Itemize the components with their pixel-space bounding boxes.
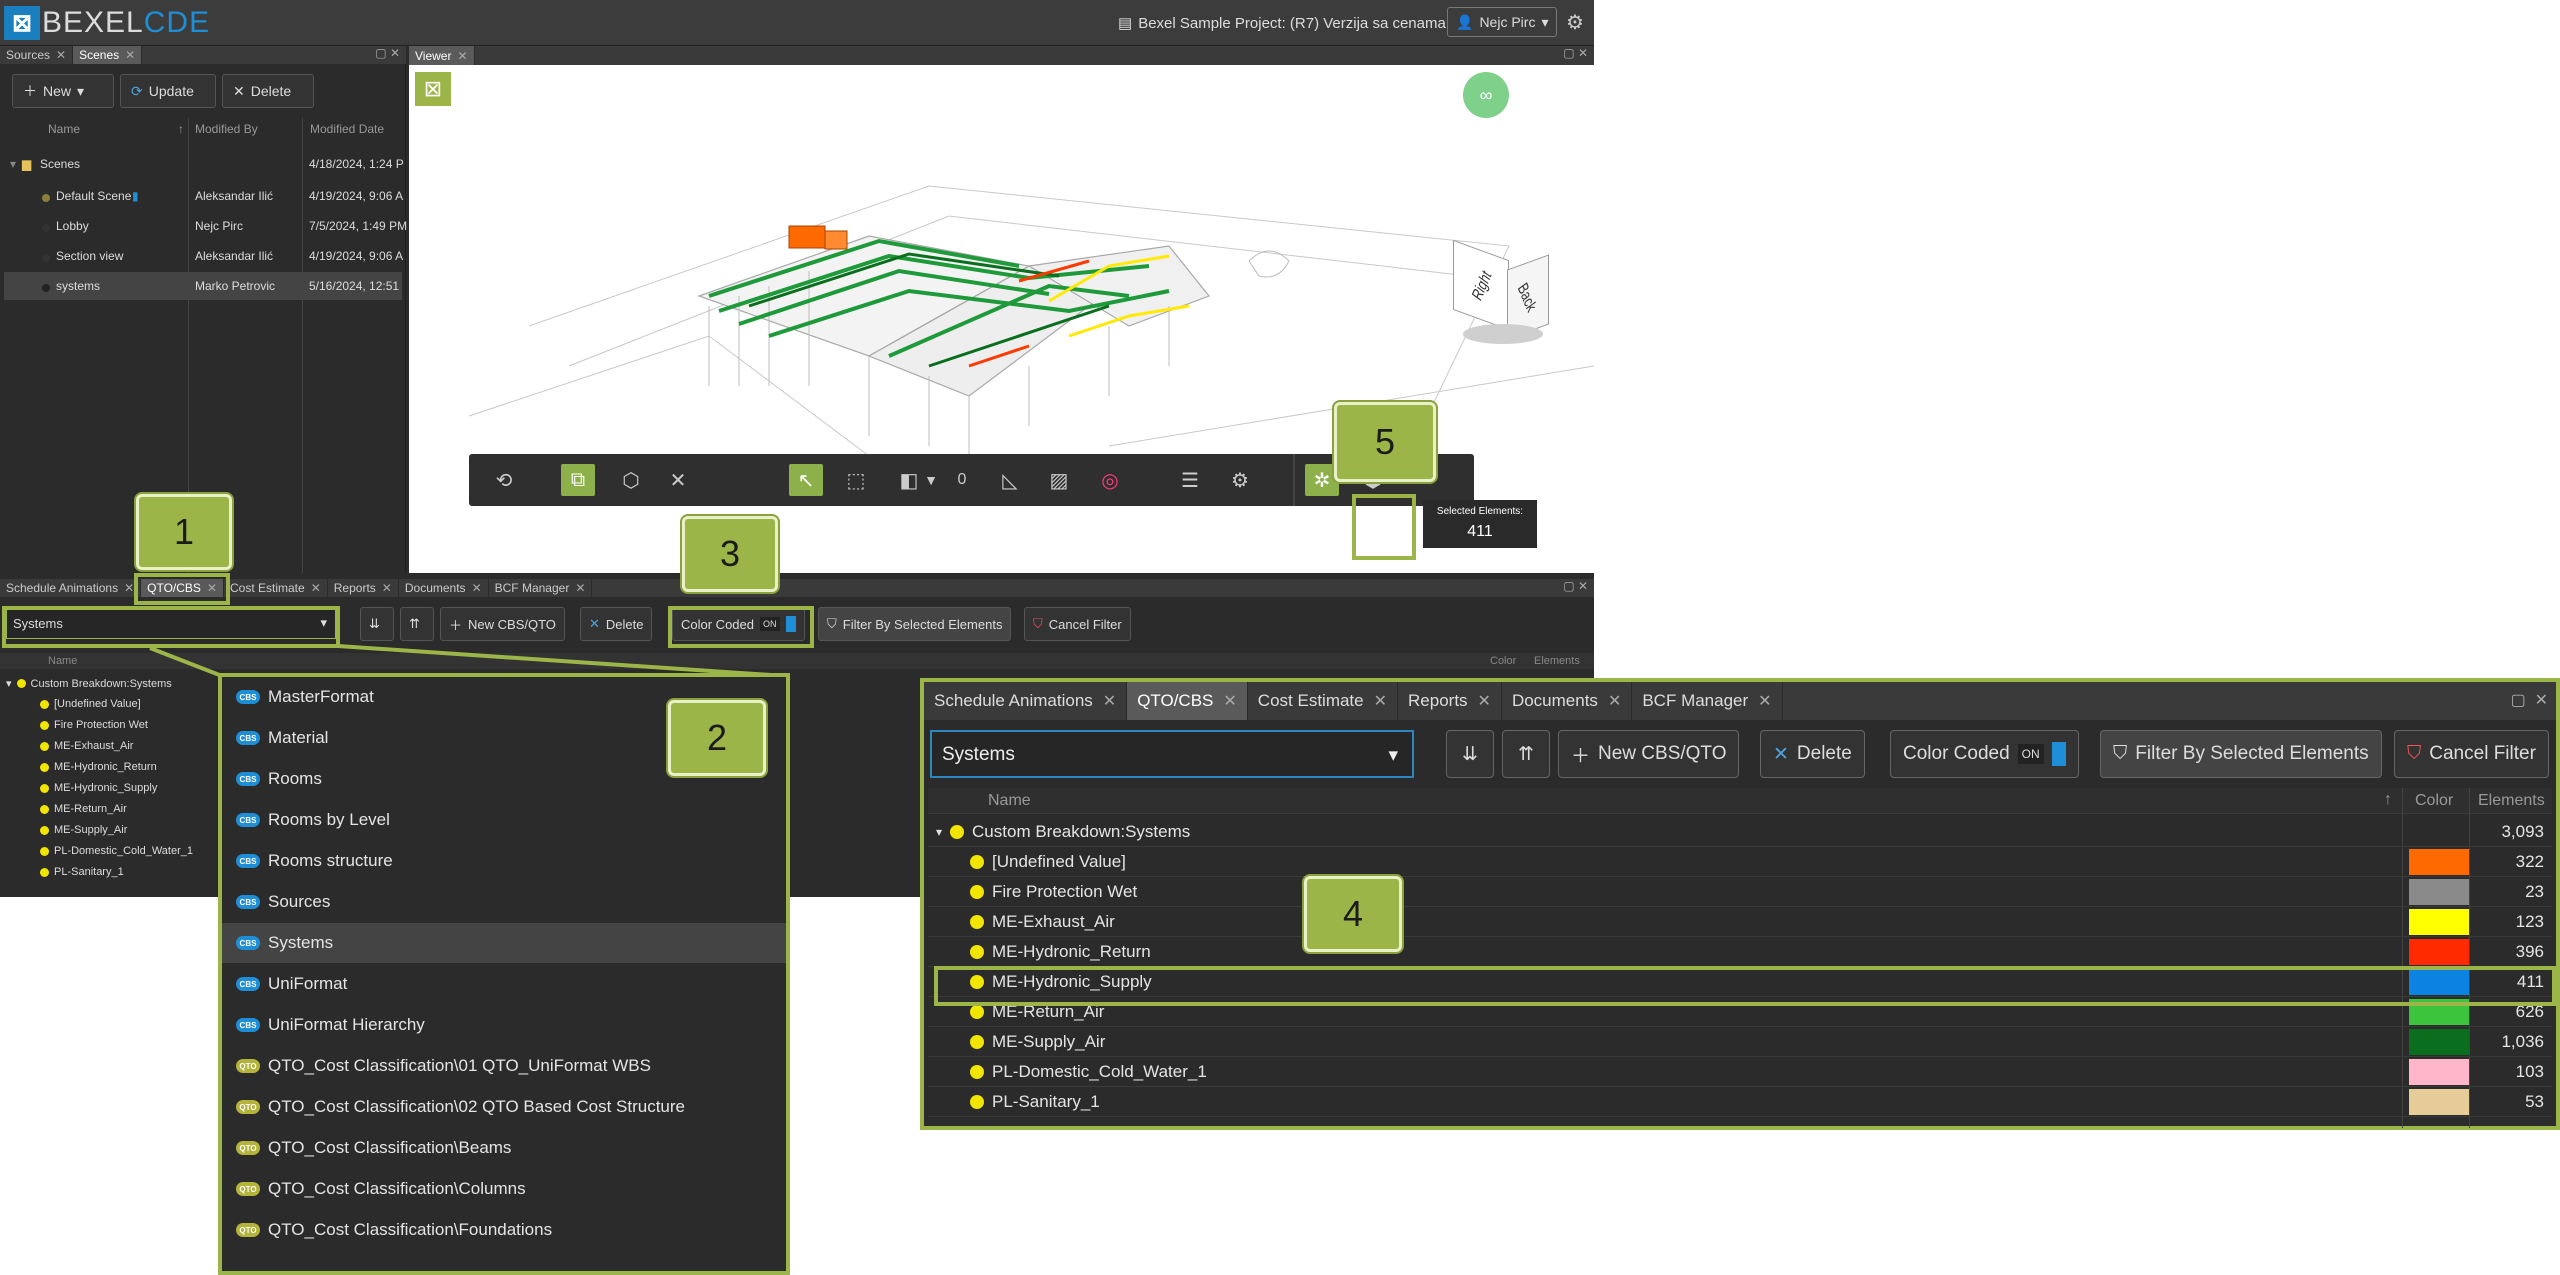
color-swatch [2409,849,2469,875]
dropdown-item[interactable]: CBS UniFormat Hierarchy [222,1005,786,1045]
color-swatch [2409,1089,2469,1115]
tree-row[interactable]: PL-Domestic_Cold_Water_1 103 [928,1057,2552,1087]
callout-1: 1 [136,494,232,570]
cbs-icon: CBS [236,1018,260,1032]
color-swatch [2409,1029,2469,1055]
tab-cost-estimate[interactable]: Cost Estimate ✕ [1248,682,1399,720]
zoom-tabstrip: Schedule Animations ✕ QTO/CBS ✕ Cost Estim… [924,682,2556,720]
callout-2: 2 [668,700,766,776]
new-cbs-button[interactable]: ＋ New CBS/QTO [1558,730,1740,778]
callout-3: 3 [682,516,778,592]
tree-root-row[interactable]: ▾ Custom Breakdown:Systems 3,093 [928,817,2552,847]
cbs-icon: CBS [236,690,260,704]
close-icon[interactable]: ✕ [1374,691,1387,711]
dropdown-item[interactable]: QTO QTO_Cost Classification\Foundations [222,1210,786,1250]
filter-by-selected-button[interactable]: ⛉ Filter By Selected Elements [2100,730,2382,778]
qto-panel-zoomed: Schedule Animations ✕ QTO/CBS ✕ Cost Estim… [920,678,2560,1130]
filter-icon: ⛉ [2113,743,2128,764]
dropdown-item[interactable]: QTO QTO_Cost Classification\01 QTO_UniFor… [222,1046,786,1086]
cbs-icon: CBS [236,895,260,909]
window-controls[interactable]: ▢ ✕ [2511,690,2548,710]
cbs-icon: CBS [236,854,260,868]
cbs-icon: CBS [236,936,260,950]
tree-row[interactable]: ME-Exhaust_Air 123 [928,907,2552,937]
color-swatch [2409,1059,2469,1085]
close-icon[interactable]: ✕ [1478,691,1491,711]
collapse-all-icon[interactable]: ⇈ [1502,730,1550,778]
dropdown-item[interactable]: QTO QTO_Cost Classification\Beams [222,1128,786,1168]
cbs-select[interactable]: Systems ▾ [930,730,1414,778]
tab-documents[interactable]: Documents ✕ [1502,682,1633,720]
color-swatch [2409,879,2469,905]
tab-bcf-manager[interactable]: BCF Manager ✕ [1632,682,1783,720]
color-coded-toggle[interactable]: Color Coded ON [1890,730,2079,778]
dropdown-item[interactable]: CBS UniFormat [222,964,786,1004]
tree-row[interactable]: ME-Hydronic_Return 396 [928,937,2552,967]
expand-all-icon[interactable]: ⇊ [1446,730,1494,778]
callout-4: 4 [1304,876,1402,952]
close-icon[interactable]: ✕ [1608,691,1621,711]
close-icon: ✕ [1773,743,1789,765]
chevron-down-icon: ▾ [1388,745,1398,766]
qto-icon: QTO [236,1182,260,1196]
cbs-icon: CBS [236,813,260,827]
cbs-icon: CBS [236,977,260,991]
expand-icon[interactable]: ▾ [936,825,942,839]
cbs-icon: CBS [236,731,260,745]
dropdown-item[interactable]: CBS Rooms structure [222,841,786,881]
tree-row[interactable]: PL-Sanitary_1 53 [928,1087,2552,1117]
cbs-icon: CBS [236,772,260,786]
cancel-filter-button[interactable]: ⛉ Cancel Filter [2394,730,2549,778]
sort-icon[interactable]: ↑ [2384,791,2392,809]
tab-schedule-animations[interactable]: Schedule Animations ✕ [924,682,1128,720]
dropdown-item[interactable]: CBS Rooms by Level [222,800,786,840]
dropdown-item-selected[interactable]: CBS Systems [222,923,786,963]
color-swatch [2409,939,2469,965]
dropdown-item[interactable]: QTO QTO_Cost Classification\Columns [222,1169,786,1209]
qto-icon: QTO [236,1059,260,1073]
dropdown-item[interactable]: QTO QTO_Cost Classification\02 QTO Based … [222,1087,786,1127]
close-icon[interactable]: ✕ [1758,691,1771,711]
close-icon[interactable]: ✕ [1223,691,1236,711]
qto-icon: QTO [236,1223,260,1237]
toggle-on[interactable]: ON [2017,744,2044,764]
tree-row[interactable]: ME-Supply_Air 1,036 [928,1027,2552,1057]
tab-qto-cbs[interactable]: QTO/CBS ✕ [1127,682,1248,720]
highlight-hydronic-supply-row [934,966,2556,1006]
close-icon[interactable]: ✕ [1103,691,1116,711]
color-swatch [2409,909,2469,935]
dropdown-item[interactable]: CBS Sources [222,882,786,922]
tab-reports[interactable]: Reports ✕ [1398,682,1502,720]
delete-cbs-button[interactable]: ✕ Delete [1760,730,1865,778]
tree-header: Name ↑ Color Elements [928,788,2552,814]
callout-5: 5 [1334,402,1436,482]
filter-cancel-icon: ⛉ [2407,743,2422,764]
plus-icon: ＋ [1571,745,1591,767]
tree-row[interactable]: Fire Protection Wet 23 [928,877,2552,907]
qto-icon: QTO [236,1141,260,1155]
tree-row[interactable]: [Undefined Value] 322 [928,847,2552,877]
qto-icon: QTO [236,1100,260,1114]
